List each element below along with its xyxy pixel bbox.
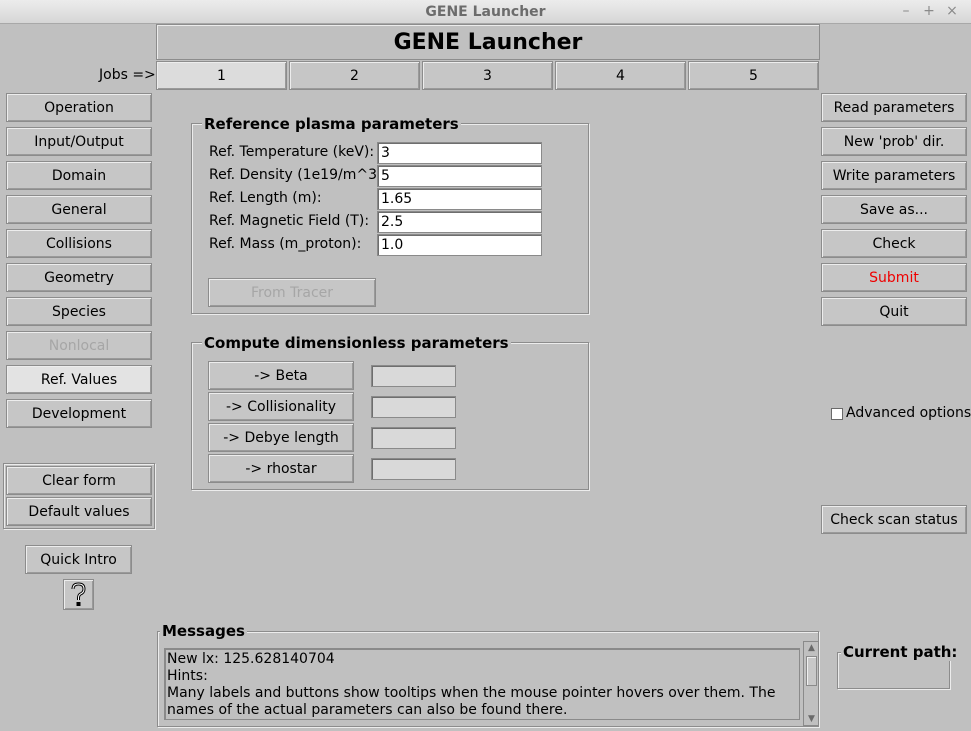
app-header-title: GENE Launcher bbox=[156, 24, 820, 60]
debye-length-output bbox=[371, 427, 456, 449]
messages-title: Messages bbox=[160, 622, 247, 640]
scroll-up-arrow-icon[interactable]: ▲ bbox=[806, 643, 817, 653]
question-mark-icon[interactable] bbox=[63, 579, 94, 610]
nav-nonlocal-button: Nonlocal bbox=[6, 331, 152, 360]
new-prob-dir-button[interactable]: New 'prob' dir. bbox=[821, 127, 967, 156]
scroll-down-arrow-icon[interactable]: ▼ bbox=[806, 714, 817, 724]
check-scan-status-button[interactable]: Check scan status bbox=[821, 505, 967, 534]
compute-beta-button[interactable]: -> Beta bbox=[208, 361, 354, 390]
message-line: Many labels and buttons show tooltips wh… bbox=[167, 685, 776, 718]
advanced-options-label[interactable]: Advanced options bbox=[846, 405, 971, 421]
job-tab-1[interactable]: 1 bbox=[156, 61, 287, 90]
window-titlebar: GENE Launcher – + × bbox=[0, 0, 971, 24]
reference-plasma-title: Reference plasma parameters bbox=[202, 115, 461, 133]
ref-length-input[interactable]: 1.65 bbox=[377, 188, 542, 210]
ref-density-label: Ref. Density (1e19/m^3): bbox=[209, 167, 388, 183]
job-tab-2[interactable]: 2 bbox=[289, 61, 420, 90]
ref-magnetic-field-label: Ref. Magnetic Field (T): bbox=[209, 213, 370, 229]
from-tracer-button: From Tracer bbox=[208, 278, 376, 307]
nav-ref-values-button[interactable]: Ref. Values bbox=[6, 365, 152, 394]
message-line: Hints: bbox=[167, 668, 208, 684]
messages-scrollbar[interactable]: ▲ ▼ bbox=[803, 641, 819, 726]
window-title: GENE Launcher bbox=[425, 4, 546, 20]
quick-intro-button[interactable]: Quick Intro bbox=[25, 545, 132, 574]
rhostar-output bbox=[371, 458, 456, 480]
compute-dimensionless-title: Compute dimensionless parameters bbox=[202, 334, 511, 352]
nav-species-button[interactable]: Species bbox=[6, 297, 152, 326]
nav-development-button[interactable]: Development bbox=[6, 399, 152, 428]
ref-length-label: Ref. Length (m): bbox=[209, 190, 322, 206]
minimize-icon[interactable]: – bbox=[898, 3, 914, 19]
collisionality-output bbox=[371, 396, 456, 418]
job-tab-5[interactable]: 5 bbox=[688, 61, 819, 90]
maximize-icon[interactable]: + bbox=[921, 3, 937, 19]
job-tab-3[interactable]: 3 bbox=[422, 61, 553, 90]
ref-temperature-input[interactable]: 3 bbox=[377, 142, 542, 164]
ref-density-input[interactable]: 5 bbox=[377, 165, 542, 187]
messages-log[interactable]: New lx: 125.628140704 Hints: Many labels… bbox=[164, 648, 800, 720]
nav-collisions-button[interactable]: Collisions bbox=[6, 229, 152, 258]
nav-operation-button[interactable]: Operation bbox=[6, 93, 152, 122]
message-line: New lx: 125.628140704 bbox=[167, 651, 335, 667]
clear-form-button[interactable]: Clear form bbox=[6, 466, 152, 495]
compute-debye-length-button[interactable]: -> Debye length bbox=[208, 423, 354, 452]
nav-general-button[interactable]: General bbox=[6, 195, 152, 224]
nav-input-output-button[interactable]: Input/Output bbox=[6, 127, 152, 156]
ref-magnetic-field-input[interactable]: 2.5 bbox=[377, 211, 542, 233]
jobs-label: Jobs => bbox=[99, 67, 156, 83]
read-parameters-button[interactable]: Read parameters bbox=[821, 93, 967, 122]
ref-temperature-label: Ref. Temperature (keV): bbox=[209, 144, 375, 160]
advanced-options-checkbox[interactable] bbox=[831, 408, 843, 420]
compute-rhostar-button[interactable]: -> rhostar bbox=[208, 454, 354, 483]
check-button[interactable]: Check bbox=[821, 229, 967, 258]
ref-mass-input[interactable]: 1.0 bbox=[377, 234, 542, 256]
job-tab-4[interactable]: 4 bbox=[555, 61, 686, 90]
scrollbar-thumb[interactable] bbox=[806, 656, 817, 686]
write-parameters-button[interactable]: Write parameters bbox=[821, 161, 967, 190]
submit-button[interactable]: Submit bbox=[821, 263, 967, 292]
close-icon[interactable]: × bbox=[944, 3, 960, 19]
current-path-label: Current path: bbox=[841, 643, 960, 661]
default-values-button[interactable]: Default values bbox=[6, 497, 152, 526]
save-as-button[interactable]: Save as... bbox=[821, 195, 967, 224]
ref-mass-label: Ref. Mass (m_proton): bbox=[209, 236, 362, 252]
quit-button[interactable]: Quit bbox=[821, 297, 967, 326]
nav-geometry-button[interactable]: Geometry bbox=[6, 263, 152, 292]
nav-domain-button[interactable]: Domain bbox=[6, 161, 152, 190]
beta-output bbox=[371, 365, 456, 387]
compute-collisionality-button[interactable]: -> Collisionality bbox=[208, 392, 354, 421]
